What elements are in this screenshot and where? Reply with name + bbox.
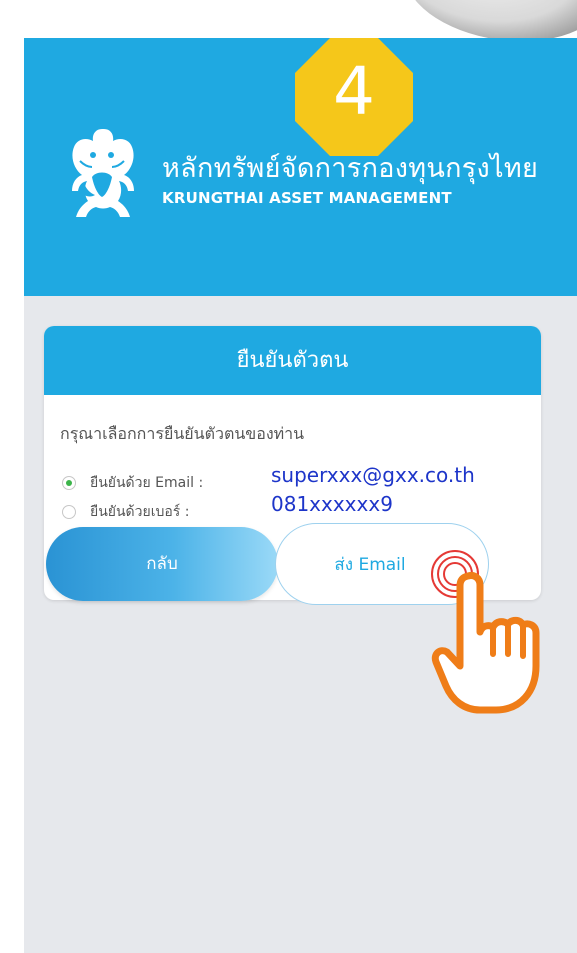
tap-hand-icon [431,572,540,714]
app-screen: หลักทรัพย์จัดการกองทุนกรุงไทย KRUNGTHAI … [24,38,577,953]
option-email[interactable]: ยืนยันด้วย Email : [62,471,203,495]
back-button[interactable]: กลับ [46,527,278,601]
verify-prompt: กรุณาเลือกการยืนยันตัวตนของท่าน [60,424,305,443]
option-phone[interactable]: ยืนยันด้วยเบอร์ : [62,500,189,524]
page: หลักทรัพย์จัดการกองทุนกรุงไทย KRUNGTHAI … [0,0,577,953]
card-title: ยืนยันตัวตน [44,326,541,395]
step-badge: 4 [295,38,413,156]
krungthai-logo-icon [72,129,134,217]
radio-email[interactable] [62,476,76,490]
phone-value: 081xxxxxx9 [271,492,393,516]
option-email-label: ยืนยันด้วย Email : [90,475,204,491]
brand-english-name: KRUNGTHAI ASSET MANAGEMENT [162,189,452,207]
send-email-label: ส่ง Email [334,555,406,575]
app-header: หลักทรัพย์จัดการกองทุนกรุงไทย KRUNGTHAI … [24,38,577,296]
radio-phone[interactable] [62,505,76,519]
option-phone-label: ยืนยันด้วยเบอร์ : [90,504,190,520]
email-value: superxxx@gxx.co.th [271,463,475,487]
step-number: 4 [333,53,375,130]
